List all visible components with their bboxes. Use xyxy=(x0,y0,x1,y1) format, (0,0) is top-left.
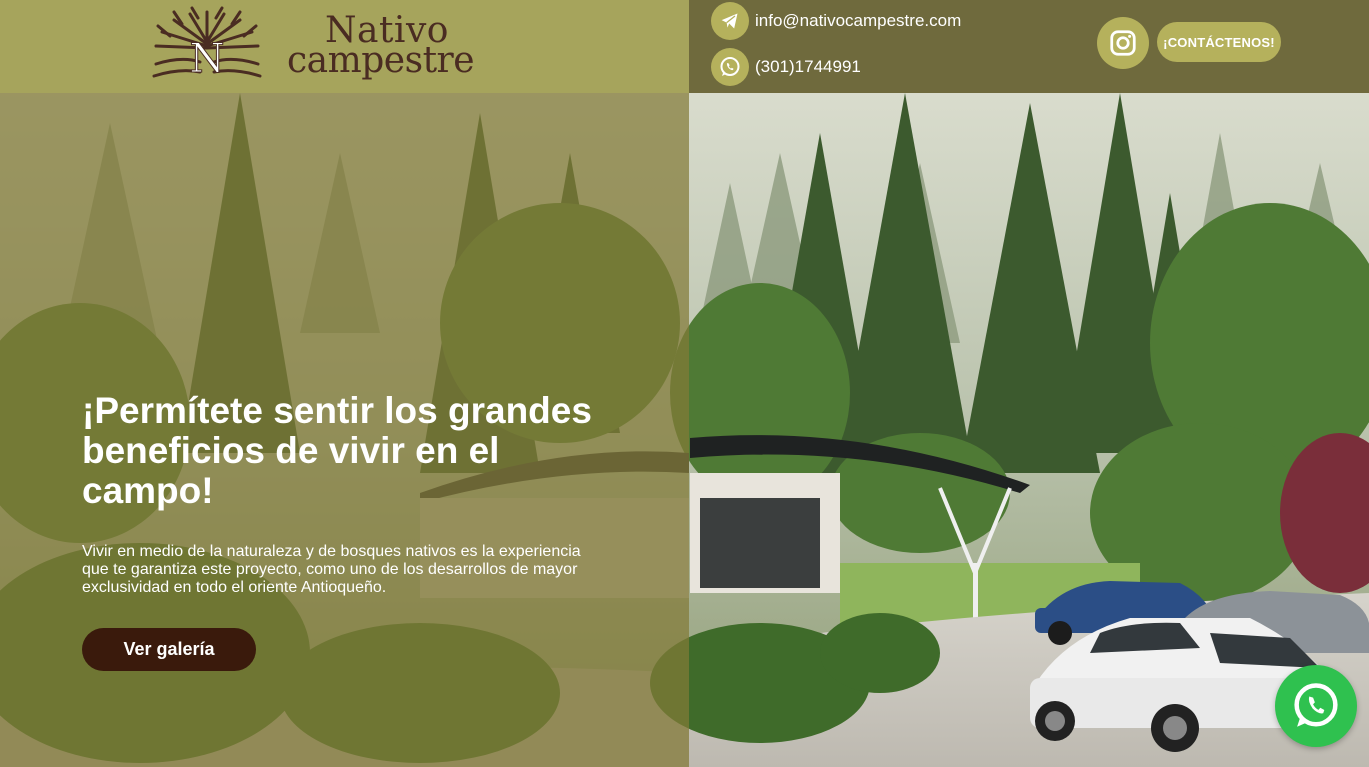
tree-logo-icon[interactable]: N xyxy=(152,6,262,80)
phone-contact[interactable]: (301)1744991 xyxy=(711,48,861,86)
telegram-icon[interactable] xyxy=(711,2,749,40)
whatsapp-floating-button[interactable] xyxy=(1275,665,1357,747)
site-header: N Nativo campestre info@nativocampestre.… xyxy=(0,0,1369,93)
whatsapp-icon[interactable] xyxy=(711,48,749,86)
brand-name-line2: campestre xyxy=(287,40,475,81)
hero-description: Vivir en medio de la naturaleza y de bos… xyxy=(82,543,581,596)
email-link[interactable]: info@nativocampestre.com xyxy=(755,11,961,31)
phone-link[interactable]: (301)1744991 xyxy=(755,57,861,77)
contact-us-button[interactable]: ¡CONTÁCTENOS! xyxy=(1157,22,1281,62)
view-gallery-button[interactable]: Ver galería xyxy=(82,628,256,671)
logo-mark-letter: N xyxy=(190,36,225,80)
hero-section: ¡Permítete sentir los grandes beneficios… xyxy=(0,93,1369,767)
hero-title: ¡Permítete sentir los grandes beneficios… xyxy=(82,390,592,511)
instagram-icon[interactable] xyxy=(1097,17,1149,69)
email-contact[interactable]: info@nativocampestre.com xyxy=(711,2,961,40)
whatsapp-icon xyxy=(1294,683,1338,727)
header-brand-area: N Nativo campestre xyxy=(0,0,689,93)
brand-logo-text[interactable]: Nativo campestre xyxy=(287,10,487,82)
